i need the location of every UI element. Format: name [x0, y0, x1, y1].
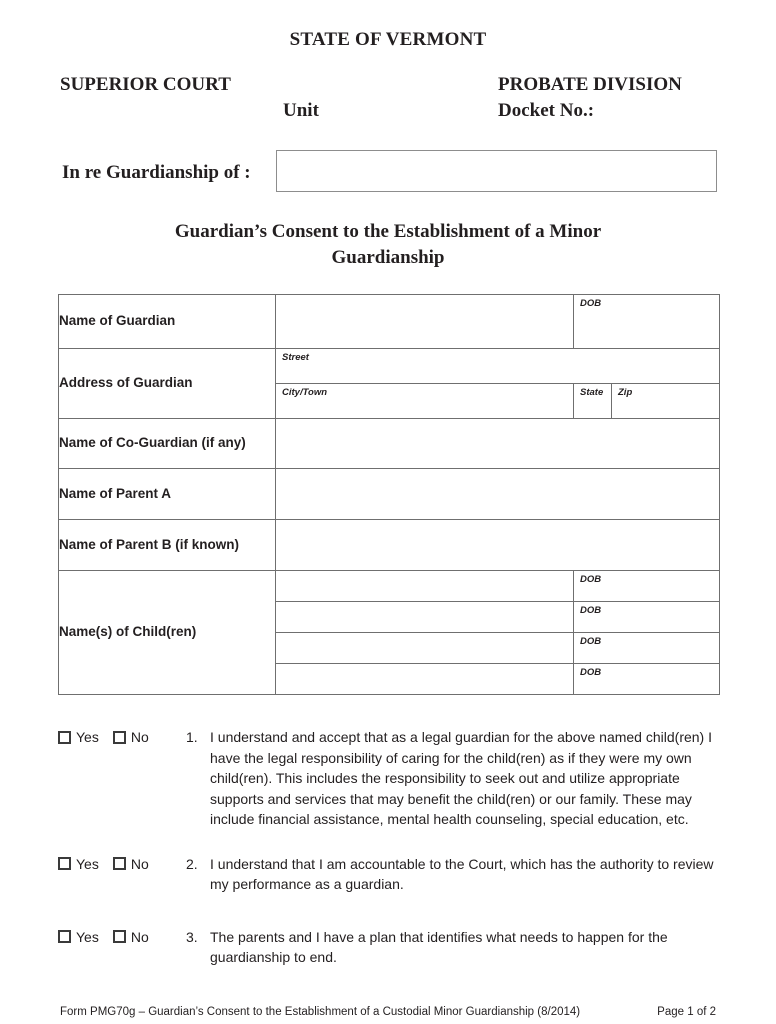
yes-no-group-1: Yes No [58, 722, 186, 744]
consent-item-text-3: The parents and I have a plan that ident… [210, 928, 668, 966]
micro-label-city-town: City/Town [282, 387, 328, 398]
field-guardian-zip-cell[interactable]: Zip [611, 383, 720, 419]
field-child-4-name[interactable] [275, 663, 574, 695]
consent-item-text-2: I understand that I am accountable to th… [210, 855, 714, 893]
checkbox-no-3[interactable] [112, 930, 126, 943]
micro-label-dob: DOB [580, 636, 602, 647]
label-name-of-co-guardian: Name of Co-Guardian (if any) [58, 418, 276, 469]
micro-label-street: Street [282, 352, 309, 363]
field-child-3-dob-cell[interactable]: DOB [573, 632, 720, 664]
probate-division-label: PROBATE DIVISION [498, 74, 682, 95]
consent-items-list: Yes No 1. I understand and accept that a… [58, 722, 720, 968]
footer-page-number: Page 1 of 2 [657, 1006, 716, 1018]
table-row: Name(s) of Child(ren) DOB [58, 570, 720, 695]
table-row: Name of Parent B (if known) [58, 519, 720, 571]
checkbox-yes-3[interactable] [58, 930, 71, 943]
in-re-guardianship-field[interactable] [276, 150, 717, 192]
docket-number-label: Docket No.: [498, 100, 595, 121]
consent-item-number-3: 3. [186, 928, 198, 945]
micro-label-dob: DOB [580, 605, 602, 616]
field-child-1-dob-cell[interactable]: DOB [573, 570, 720, 602]
consent-item-number-1: 1. [186, 729, 198, 745]
guardianship-information-table: Name of Guardian DOB Address of Guardian… [58, 294, 720, 695]
yes-no-group-2: Yes No [58, 849, 186, 871]
checkbox-no-label-1: No [130, 729, 149, 745]
consent-item-number-2: 2. [186, 855, 198, 872]
consent-item-2: Yes No 2. I understand that I am account… [58, 849, 720, 895]
micro-label-zip: Zip [618, 387, 633, 398]
field-guardian-street-cell[interactable]: Street [275, 348, 720, 384]
label-name-of-guardian: Name of Guardian [58, 294, 276, 349]
field-child-4-dob-cell[interactable]: DOB [573, 663, 720, 695]
micro-label-dob: DOB [580, 667, 602, 678]
form-page: STATE OF VERMONT SUPERIOR COURT PROBATE … [0, 0, 776, 1024]
state-title: STATE OF VERMONT [289, 29, 487, 50]
in-re-guardianship-label: In re Guardianship of : [62, 162, 251, 183]
checkbox-no-label-3: No [130, 928, 149, 945]
checkbox-yes-label-1: Yes [76, 729, 99, 745]
field-co-guardian-name[interactable] [275, 418, 720, 469]
label-address-of-guardian: Address of Guardian [58, 348, 276, 419]
superior-court-label: SUPERIOR COURT [60, 74, 231, 95]
field-guardian-city-cell[interactable]: City/Town [275, 383, 574, 419]
field-child-2-dob-cell[interactable]: DOB [573, 601, 720, 633]
table-row: Address of Guardian Street [58, 348, 720, 419]
micro-label-dob: DOB [580, 574, 602, 585]
field-child-1-name[interactable] [275, 570, 574, 602]
page-footer: Form PMG70g – Guardian’s Consent to the … [60, 1006, 716, 1018]
yes-no-group-3: Yes No [58, 922, 186, 944]
field-parent-b-name[interactable] [275, 519, 720, 571]
checkbox-no-label-2: No [130, 855, 149, 872]
document-title: Guardian’s Consent to the Establishment … [174, 221, 602, 268]
consent-item-1: Yes No 1. I understand and accept that a… [58, 722, 720, 830]
micro-label-state: State [580, 387, 604, 398]
checkbox-no-1[interactable] [112, 730, 126, 744]
table-row: Name of Guardian DOB [58, 294, 720, 349]
label-names-of-children: Name(s) of Child(ren) [58, 570, 276, 695]
checkbox-yes-2[interactable] [58, 857, 71, 870]
footer-form-line: Form PMG70g – Guardian’s Consent to the … [60, 1006, 581, 1018]
consent-item-3: Yes No 3. The parents and I have a plan … [58, 922, 720, 968]
unit-label: Unit [283, 100, 319, 121]
field-child-3-name[interactable] [275, 632, 574, 664]
field-guardian-name[interactable] [275, 294, 574, 349]
field-child-2-name[interactable] [275, 601, 574, 633]
field-parent-a-name[interactable] [275, 468, 720, 520]
checkbox-no-2[interactable] [112, 857, 126, 870]
checkbox-yes-label-2: Yes [76, 855, 99, 872]
consent-item-text-1: I understand and accept that as a legal … [210, 729, 712, 827]
checkbox-yes-1[interactable] [58, 730, 71, 744]
label-name-of-parent-b: Name of Parent B (if known) [58, 519, 276, 571]
micro-label-dob: DOB [580, 298, 602, 309]
table-row: Name of Parent A [58, 468, 720, 520]
checkbox-yes-label-3: Yes [76, 928, 99, 945]
field-guardian-dob-cell[interactable]: DOB [573, 294, 720, 349]
table-row: Name of Co-Guardian (if any) [58, 418, 720, 469]
label-name-of-parent-a: Name of Parent A [58, 468, 276, 520]
field-guardian-state-cell[interactable]: State [573, 383, 612, 419]
